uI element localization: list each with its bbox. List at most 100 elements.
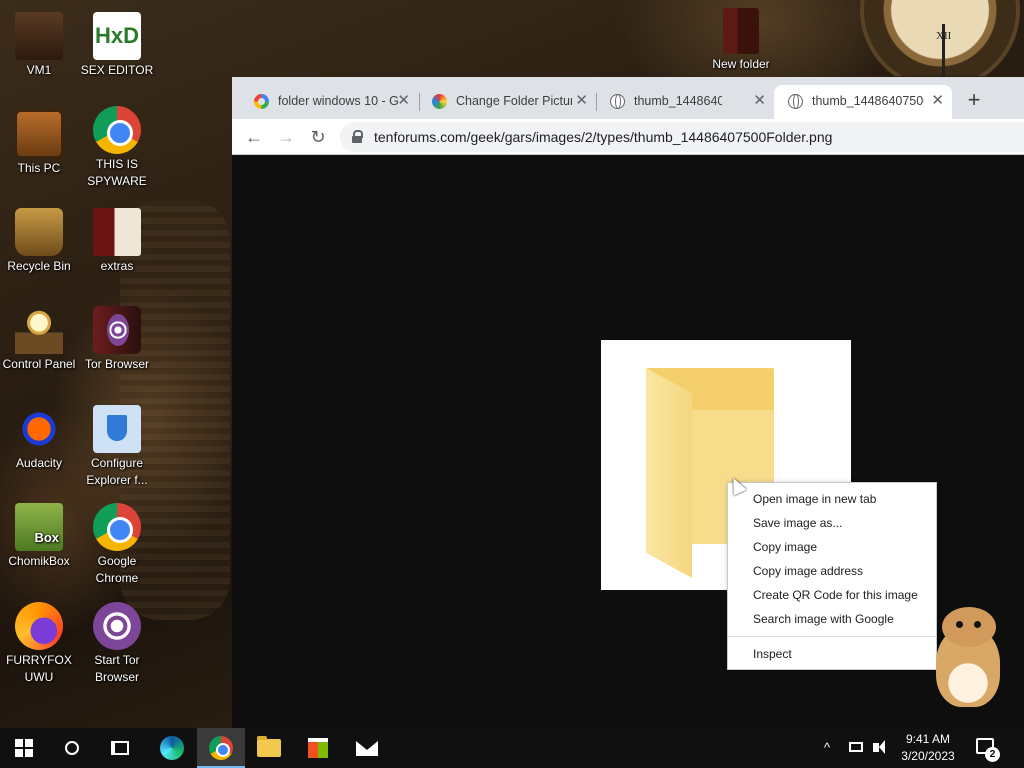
desktop-icon-vm1[interactable]: VM1 <box>0 12 78 79</box>
change-folder-favicon-icon <box>432 94 447 109</box>
desktop-icon-google-chrome[interactable]: Google Chrome <box>78 503 156 587</box>
hamster-sticker <box>924 605 1010 709</box>
tab-thumb-active[interactable]: thumb_14486407500 ✕ <box>774 85 952 119</box>
desktop-icon-label: FURRYFOX UWU <box>6 653 72 684</box>
clock-hand <box>942 24 945 76</box>
taskbar-chrome[interactable] <box>197 728 245 768</box>
menu-item-save-image-as[interactable]: Save image as... <box>728 511 936 535</box>
folder-front-shape <box>646 368 692 578</box>
desktop-icon-sex-editor[interactable]: HxD SEX EDITOR <box>78 12 156 79</box>
clock-face: XII <box>860 0 1020 76</box>
task-view-button[interactable] <box>96 728 144 768</box>
desktop-icon-label: Audacity <box>15 456 63 470</box>
desktop-icon-extras[interactable]: extras <box>78 208 156 275</box>
desktop-icon-this-pc[interactable]: This PC <box>0 110 78 177</box>
hamster-head <box>942 607 996 647</box>
notification-count-badge: 2 <box>985 747 1000 762</box>
lamp-icon <box>15 306 63 354</box>
windows-logo-icon <box>15 739 33 757</box>
desktop-icon-audacity[interactable]: Audacity <box>0 405 78 472</box>
chrome-icon <box>209 736 233 760</box>
menu-item-inspect[interactable]: Inspect <box>728 642 936 666</box>
page-viewport: Open image in new tab Save image as... C… <box>232 156 1024 728</box>
network-icon[interactable] <box>848 728 864 768</box>
desktop-icon-label: Google Chrome <box>95 554 139 585</box>
desktop-icon-this-is-spyware[interactable]: THIS IS SPYWARE <box>78 106 156 190</box>
desktop-icon-new-folder[interactable]: New folder <box>702 8 780 73</box>
firefox-icon <box>15 602 63 650</box>
lock-icon[interactable] <box>352 130 363 143</box>
tab-folder-windows-10[interactable]: folder windows 10 - G ✕ <box>240 85 418 119</box>
menu-item-copy-image-address[interactable]: Copy image address <box>728 559 936 583</box>
menu-separator <box>728 636 936 637</box>
tor-icon <box>93 306 141 354</box>
context-menu: Open image in new tab Save image as... C… <box>727 482 937 670</box>
desktop-icon-configure-explorer[interactable]: Configure Explorer f... <box>78 405 156 489</box>
close-icon[interactable]: ✕ <box>575 85 588 117</box>
taskbar-store[interactable] <box>294 728 342 768</box>
forward-button[interactable]: → <box>272 123 300 151</box>
menu-item-copy-image[interactable]: Copy image <box>728 535 936 559</box>
new-tab-button[interactable]: + <box>960 87 988 115</box>
mail-icon <box>356 741 378 756</box>
desktop-icon-start-tor-browser[interactable]: Start Tor Browser <box>78 602 156 686</box>
globe-favicon-icon <box>788 94 803 109</box>
address-bar[interactable]: tenforums.com/geek/gars/images/2/types/t… <box>340 122 1024 152</box>
desktop-icon-chomikbox[interactable]: Box ChomikBox <box>0 503 78 570</box>
taskbar: ^ 9:41 AM 3/20/2023 2 <box>0 728 1024 768</box>
desktop-icon-label: New folder <box>712 57 770 71</box>
taskbar-clock[interactable]: 9:41 AM 3/20/2023 <box>888 731 968 765</box>
start-button[interactable] <box>0 728 48 768</box>
hamster-eye <box>974 621 981 628</box>
reload-button[interactable]: ↻ <box>304 123 332 151</box>
tab-thumb-1[interactable]: thumb_14486407500 ✕ <box>596 85 774 119</box>
browser-window: folder windows 10 - G ✕ Change Folder Pi… <box>232 77 1024 728</box>
desktop-icon-furryfox[interactable]: FURRYFOX UWU <box>0 602 78 686</box>
hamster-eye <box>956 621 963 628</box>
audacity-icon <box>15 405 63 453</box>
folder-icon <box>723 8 759 54</box>
computer-icon <box>15 110 63 158</box>
file-explorer-icon <box>257 736 281 757</box>
chrome-icon <box>93 503 141 551</box>
desktop-icon-tor-browser[interactable]: Tor Browser <box>78 306 156 373</box>
wallpaper-clock-decoration: XII <box>850 0 1024 76</box>
store-icon <box>308 738 328 758</box>
tab-title: thumb_14486407500 <box>634 94 722 108</box>
back-button[interactable]: ← <box>240 123 268 151</box>
menu-item-search-image-google[interactable]: Search image with Google <box>728 607 936 631</box>
shield-icon <box>93 405 141 453</box>
menu-item-create-qr-code[interactable]: Create QR Code for this image <box>728 583 936 607</box>
globe-favicon-icon <box>610 94 625 109</box>
taskbar-edge[interactable] <box>148 728 196 768</box>
url-text: tenforums.com/geek/gars/images/2/types/t… <box>374 129 833 145</box>
vm-icon <box>15 12 63 60</box>
desktop-icon-label: THIS IS SPYWARE <box>87 157 147 188</box>
close-icon[interactable]: ✕ <box>931 85 944 117</box>
close-icon[interactable]: ✕ <box>397 85 410 117</box>
tray-chevron-icon[interactable]: ^ <box>824 728 838 768</box>
desktop-icon-label: Configure Explorer f... <box>86 456 148 487</box>
chomikbox-icon: Box <box>15 503 63 551</box>
desktop-icon-control-panel[interactable]: Control Panel <box>0 306 78 373</box>
clock-date: 3/20/2023 <box>901 749 955 763</box>
volume-icon[interactable] <box>872 728 888 768</box>
desktop-icon-recycle-bin[interactable]: Recycle Bin <box>0 208 78 275</box>
tab-change-folder-picture[interactable]: Change Folder Picture ✕ <box>418 85 596 119</box>
desktop-icon-label: This PC <box>17 161 61 175</box>
recycle-bin-icon <box>15 208 63 256</box>
menu-item-open-image-new-tab[interactable]: Open image in new tab <box>728 487 936 511</box>
desktop-icon-label: SEX EDITOR <box>80 63 154 77</box>
search-button[interactable] <box>48 728 96 768</box>
google-favicon-icon <box>254 94 269 109</box>
chrome-icon <box>93 106 141 154</box>
taskbar-file-explorer[interactable] <box>245 728 293 768</box>
tor-icon <box>93 602 141 650</box>
desktop-icon-label: VM1 <box>26 63 52 77</box>
desktop-icon-label: ChomikBox <box>8 554 70 568</box>
clock-time: 9:41 AM <box>905 732 951 746</box>
taskbar-mail[interactable] <box>343 728 391 768</box>
close-icon[interactable]: ✕ <box>753 85 766 117</box>
desktop-icon-label: Control Panel <box>2 357 76 371</box>
book-folder-icon <box>93 208 141 256</box>
